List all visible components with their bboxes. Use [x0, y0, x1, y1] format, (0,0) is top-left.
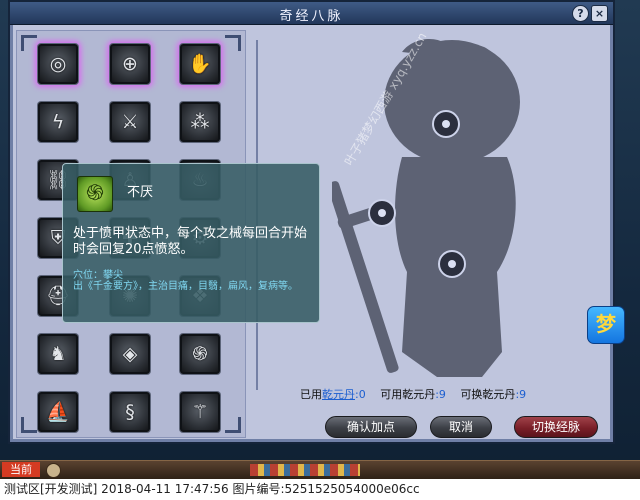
cancel-button[interactable]: 取消 — [430, 416, 492, 438]
exchangeable-value: :9 — [515, 388, 527, 401]
skill-slot[interactable]: ◈ — [110, 334, 150, 374]
window-titlebar[interactable]: 奇经八脉 ? × — [10, 2, 613, 25]
tooltip-description: 处于愤甲状态中，每个攻之械每回合开始时会回复20点愤怒。 — [73, 226, 308, 257]
blades-rune-icon: ⚚ — [191, 401, 209, 423]
magnifier-rune-icon: ⊕ — [122, 53, 138, 75]
swords-rune-icon: ⚔ — [121, 111, 139, 133]
current-channel-tab[interactable]: 当前 — [2, 462, 40, 477]
available-label: 可用乾元丹 — [380, 388, 436, 401]
corner-ornament — [21, 417, 37, 433]
used-value: :0 — [355, 388, 366, 401]
switch-meridian-button[interactable]: 切换经脉 — [514, 416, 598, 438]
lightning-rune-icon: ϟ — [51, 111, 65, 133]
used-elixir-stat: 已用乾元丹:0 — [300, 386, 366, 402]
meridian-point-core — [448, 260, 456, 268]
skill-slot[interactable]: ⚚ — [180, 392, 220, 432]
chat-icon[interactable] — [46, 463, 61, 478]
orbs-rune-icon: ⁂ — [190, 111, 210, 133]
skill-slot[interactable]: ✋ — [180, 44, 220, 84]
corner-ornament — [21, 35, 37, 51]
skill-slot[interactable]: ♞ — [38, 334, 78, 374]
taskbar-decoration — [250, 464, 360, 476]
meridian-point-core — [378, 209, 386, 217]
game-taskbar: 当前 — [0, 460, 640, 479]
corner-ornament — [225, 35, 241, 51]
exchangeable-elixir-stat: 可换乾元丹:9 — [460, 386, 526, 402]
elixir-link[interactable]: 乾元丹 — [322, 388, 355, 401]
eye-rune-icon: ◎ — [49, 53, 67, 75]
used-label: 已用 — [300, 388, 322, 401]
character-silhouette — [332, 39, 520, 377]
close-button[interactable]: × — [591, 5, 608, 22]
screenshot-footer: 测试区[开发测试] 2018-04-11 17:47:56 图片编号:52515… — [0, 479, 640, 500]
warrior-rune-icon: ♞ — [49, 343, 67, 365]
tooltip-source: 出《千金要方》，主治目痛，目翳，扁风，复病等。 — [73, 281, 298, 292]
help-button[interactable]: ? — [572, 5, 589, 22]
palm-rune-icon: ✋ — [188, 53, 212, 75]
confirm-points-button[interactable]: 确认加点 — [325, 416, 417, 438]
gem-rune-icon: ◈ — [122, 343, 138, 365]
vortex-rune-icon: ֍ — [192, 343, 208, 365]
dream-logo-icon[interactable]: 梦 — [587, 306, 625, 344]
elixir-stats: 已用乾元丹:0 可用乾元丹:9 可换乾元丹:9 — [300, 386, 537, 402]
available-value: :9 — [435, 388, 446, 401]
ship-rune-icon: ⛵ — [46, 401, 70, 423]
meridian-point-core — [442, 120, 450, 128]
vortex-green-icon: ֍ — [77, 176, 113, 212]
dragon-rune-icon: § — [125, 401, 135, 423]
skill-slot[interactable]: ⚔ — [110, 102, 150, 142]
skill-slot[interactable]: § — [110, 392, 150, 432]
skill-slot[interactable]: ◎ — [38, 44, 78, 84]
available-elixir-stat: 可用乾元丹:9 — [380, 386, 446, 402]
tooltip-acupoint: 穴位：攀尖 — [73, 270, 123, 281]
skill-slot[interactable]: ⛵ — [38, 392, 78, 432]
skill-slot[interactable]: ֍ — [180, 334, 220, 374]
skill-slot[interactable]: ⁂ — [180, 102, 220, 142]
skill-slot[interactable]: ⊕ — [110, 44, 150, 84]
tooltip-skill-name: 不厌 — [127, 185, 154, 200]
skill-slot[interactable]: ϟ — [38, 102, 78, 142]
corner-ornament — [225, 417, 241, 433]
exchangeable-label: 可换乾元丹 — [460, 388, 516, 401]
skill-tooltip: ֍ 不厌 处于愤甲状态中，每个攻之械每回合开始时会回复20点愤怒。 穴位：攀尖 … — [62, 163, 320, 323]
window-title: 奇经八脉 — [279, 9, 344, 24]
